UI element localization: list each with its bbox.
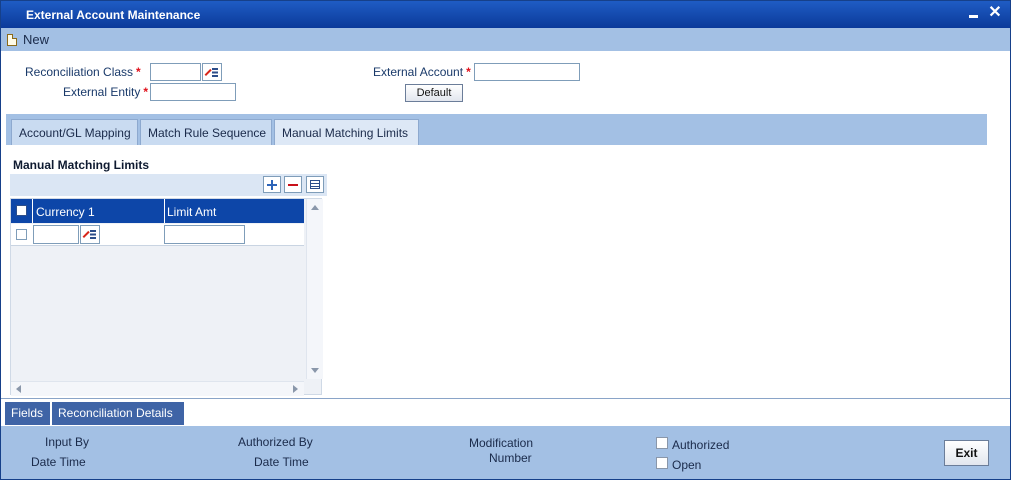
column-header-currency[interactable]: Currency 1 [36,205,95,219]
exit-button[interactable]: Exit [944,440,989,466]
external-account-label: External Account * [373,65,471,79]
authorized-date-time-label: Date Time [254,455,309,469]
scroll-down-icon[interactable] [311,368,319,373]
currency-input[interactable] [33,225,79,244]
external-account-input[interactable] [474,63,580,81]
authorized-checkbox[interactable] [656,437,668,449]
row-select-checkbox[interactable] [16,229,27,240]
open-checkbox[interactable] [656,457,668,469]
scroll-left-icon[interactable] [16,385,21,393]
new-document-icon [7,33,17,46]
column-separator [164,199,165,223]
select-all-checkbox[interactable] [16,205,27,216]
close-icon[interactable]: ✕ [987,5,1003,21]
lov-list-icon [90,230,96,239]
required-marker: * [143,85,149,99]
external-entity-label-text: External Entity [63,85,141,99]
column-header-limit-amt[interactable]: Limit Amt [167,205,216,219]
single-view-button[interactable] [306,176,324,193]
reconciliation-details-button[interactable]: Reconciliation Details [52,402,184,425]
open-label: Open [672,458,702,472]
fields-button[interactable]: Fields [5,402,50,425]
new-button[interactable]: New [7,31,49,48]
minimize-icon[interactable] [965,5,981,21]
grid-header: Currency 1 Limit Amt [11,199,304,223]
modification-number-label: Number [489,451,532,465]
modification-label: Modification [469,436,534,450]
tab-account-gl-mapping[interactable]: Account/GL Mapping [11,119,138,145]
scroll-up-icon[interactable] [311,205,319,210]
limit-amt-input[interactable] [164,225,245,244]
title-bar: External Account Maintenance ✕ [1,1,1010,28]
reconciliation-class-label: Reconciliation Class * [25,65,141,79]
authorized-by-label: Authorized By [238,435,313,449]
currency-lov-button[interactable] [80,225,100,244]
toolbar: New [1,28,1010,51]
lov-list-icon [212,68,218,77]
input-by-label: Input By [45,435,90,449]
delete-row-button[interactable] [284,176,302,193]
reconciliation-class-lov-button[interactable] [202,63,222,81]
section-title: Manual Matching Limits [13,158,150,172]
table-row [11,224,304,246]
scroll-right-icon[interactable] [293,385,298,393]
external-account-label-text: External Account [373,65,464,79]
window-title: External Account Maintenance [26,8,201,22]
tab-match-rule-sequence[interactable]: Match Rule Sequence [140,119,272,145]
column-separator [32,199,33,223]
tab-strip: Account/GL Mapping Match Rule Sequence M… [6,114,987,145]
grid-toolbar [10,174,327,196]
app-window: External Account Maintenance ✕ New Recon… [0,0,1011,480]
required-marker: * [136,65,141,79]
reconciliation-class-label-text: Reconciliation Class [25,65,134,79]
authorized-label: Authorized [672,438,730,452]
divider [1,398,1010,399]
reconciliation-class-input[interactable] [150,63,201,81]
default-button[interactable]: Default [405,84,463,102]
input-date-time-label: Date Time [31,455,86,469]
external-entity-label: External Entity * [63,85,148,99]
required-marker: * [466,65,471,79]
vertical-scrollbar[interactable] [306,199,323,379]
horizontal-scrollbar[interactable] [11,381,304,396]
add-row-button[interactable] [263,176,281,193]
external-entity-input[interactable] [150,83,236,101]
tab-manual-matching-limits[interactable]: Manual Matching Limits [274,119,419,145]
new-button-label: New [23,32,50,47]
